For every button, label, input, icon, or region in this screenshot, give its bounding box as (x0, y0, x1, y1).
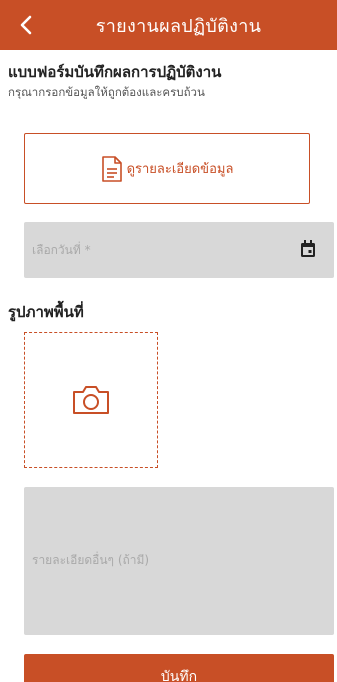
camera-icon (73, 386, 109, 414)
view-details-button[interactable]: ดูรายละเอียดข้อมูล (24, 133, 310, 204)
document-icon (101, 155, 122, 182)
extra-details-field[interactable]: รายละเอียดอื่นๆ (ถ้ามี) (24, 487, 334, 635)
date-picker-field[interactable]: เลือกวันที่ * (24, 222, 334, 278)
app-header: รายงานผลปฏิบัติงาน (0, 0, 337, 50)
form-title: แบบฟอร์มบันทึกผลการปฏิบัติงาน (8, 63, 222, 81)
form-subtitle: กรุณากรอกข้อมูลให้ถูกต้องและครบถ้วน (8, 85, 205, 99)
photo-section-label: รูปภาพพื้นที่ (8, 303, 84, 321)
back-button[interactable] (12, 9, 40, 41)
view-details-label: ดูรายละเอียดข้อมูล (126, 162, 234, 177)
page-title: รายงานผลปฏิบัติงาน (95, 15, 262, 37)
calendar-icon[interactable] (300, 240, 316, 258)
extra-details-placeholder: รายละเอียดอื่นๆ (ถ้ามี) (32, 553, 150, 567)
date-placeholder: เลือกวันที่ * (32, 243, 91, 257)
save-button[interactable]: บันทึก (24, 654, 334, 682)
chevron-left-icon (20, 15, 32, 35)
save-label: บันทึก (160, 669, 198, 682)
photo-upload-box[interactable] (24, 332, 158, 468)
